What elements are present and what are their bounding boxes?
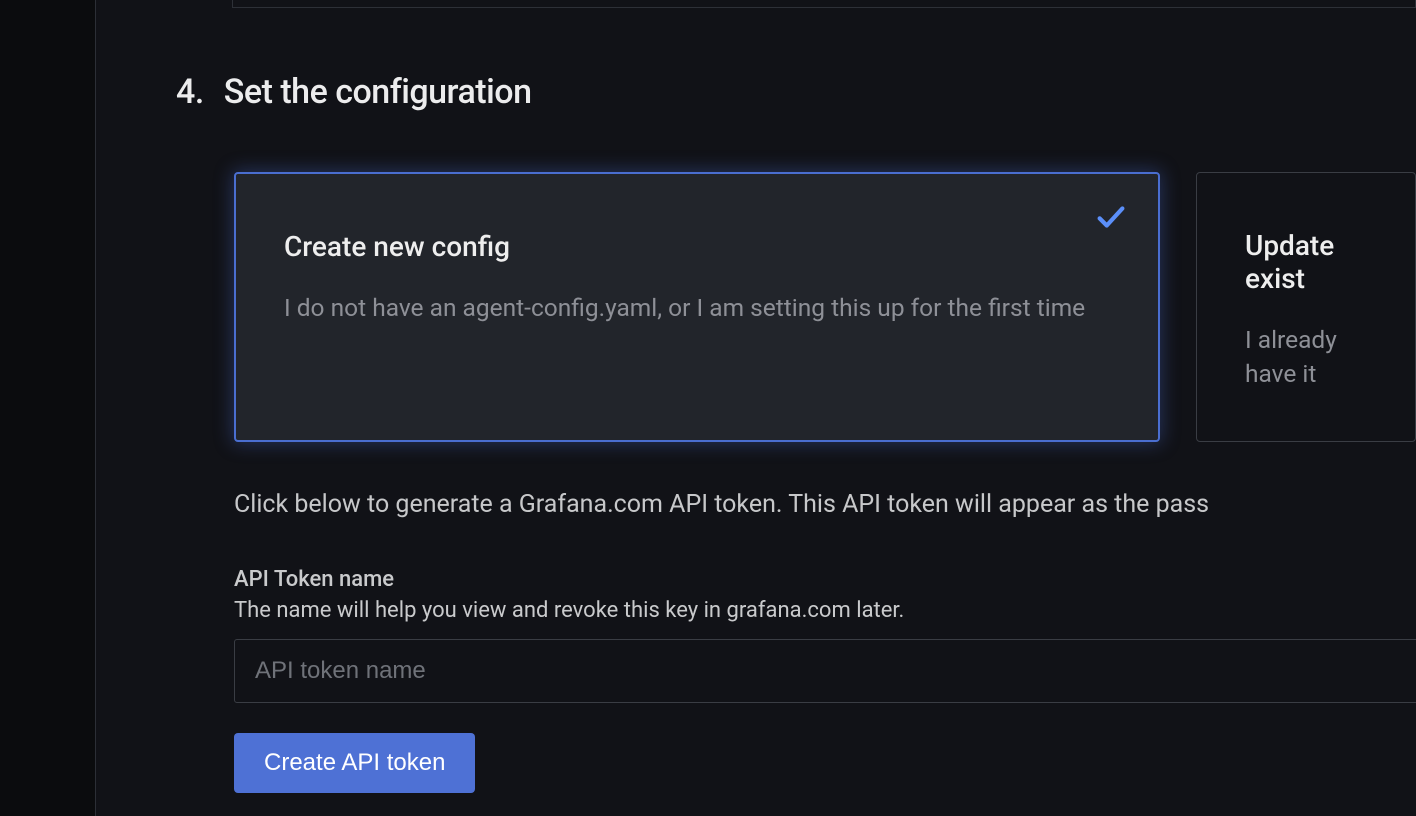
option-card-description: I already have it — [1245, 323, 1367, 391]
api-token-name-label: API Token name — [234, 567, 1416, 592]
api-token-instruction: Click below to generate a Grafana.com AP… — [234, 490, 1416, 519]
main-content: 4. Set the configuration Create new conf… — [96, 0, 1416, 816]
api-token-name-field-group: API Token name The name will help you vi… — [234, 567, 1416, 703]
sidebar-left-edge — [0, 0, 96, 816]
checkmark-icon — [1094, 200, 1128, 234]
step-number: 4. — [176, 72, 204, 112]
api-token-name-input[interactable] — [234, 639, 1416, 703]
config-options-row: Create new config I do not have an agent… — [234, 172, 1416, 442]
option-card-title: Create new config — [284, 230, 1110, 263]
option-update-existing-config[interactable]: Update exist I already have it — [1196, 172, 1416, 442]
api-token-name-help: The name will help you view and revoke t… — [234, 598, 1416, 623]
option-card-title: Update exist — [1245, 229, 1367, 295]
option-create-new-config[interactable]: Create new config I do not have an agent… — [234, 172, 1160, 442]
step-header: 4. Set the configuration — [176, 72, 1416, 112]
step-title: Set the configuration — [224, 72, 532, 112]
option-card-description: I do not have an agent-config.yaml, or I… — [284, 291, 1110, 325]
create-api-token-button[interactable]: Create API token — [234, 733, 475, 793]
